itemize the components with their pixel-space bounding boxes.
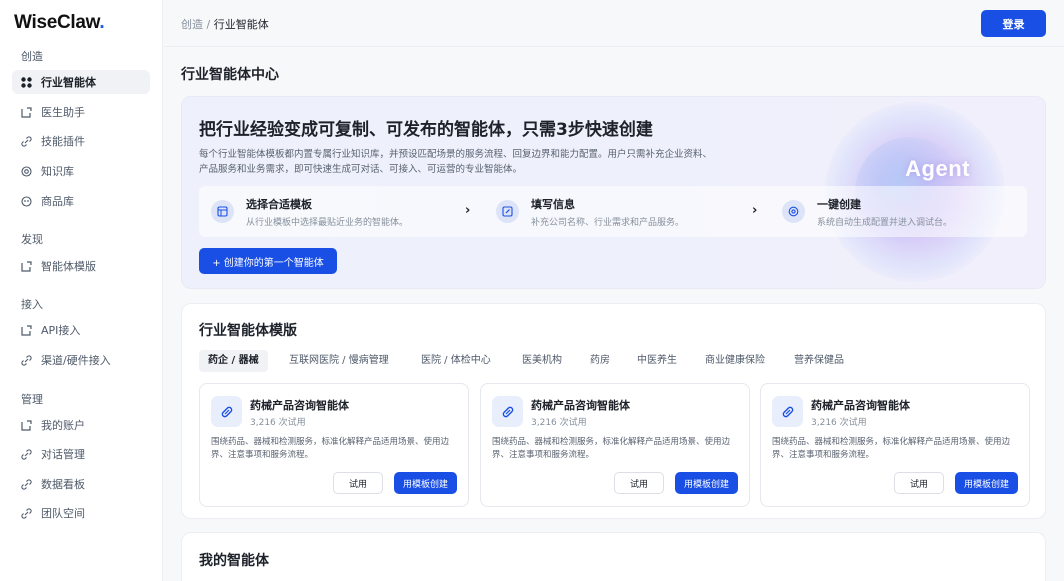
box-icon (21, 324, 32, 336)
card-description: 围绕药品、器械和检测服务，标准化解释产品适用场景、使用边界、注意事项和服务流程。 (772, 437, 1011, 460)
sidebar-item-label: 我的账户 (41, 419, 85, 432)
sidebar-section-discover: 发现 (21, 233, 43, 246)
box-icon (21, 419, 32, 431)
sidebar-item-label: 智能体模版 (41, 260, 96, 273)
at-icon (782, 200, 805, 223)
template-card[interactable]: 药械产品咨询智能体 3,216 次试用 围绕药品、器械和检测服务，标准化解释产品… (760, 383, 1030, 507)
my-agents-title: 我的智能体 (199, 553, 269, 569)
sidebar-item-channel-hardware[interactable]: 渠道/硬件接入 (12, 348, 150, 372)
templates-title: 行业智能体模版 (199, 323, 297, 339)
sidebar-item-agent-templates[interactable]: 智能体模版 (12, 254, 150, 278)
sidebar-section-manage: 管理 (21, 393, 43, 406)
link-icon (21, 507, 32, 519)
try-button[interactable]: 试用 (894, 472, 944, 494)
template-icon (211, 200, 234, 223)
card-usage-count: 3,216 次试用 (811, 418, 867, 428)
card-description: 围绕药品、器械和检测服务，标准化解释产品适用场景、使用边界、注意事项和服务流程。 (211, 437, 450, 460)
tab-hospital-checkup[interactable]: 医院 / 体检中心 (421, 350, 491, 372)
my-agents-panel: 我的智能体 (181, 532, 1046, 581)
step-title: 一键创建 (817, 198, 861, 211)
step-description: 从行业模板中选择最贴近业务的智能体。 (246, 218, 409, 228)
use-template-button[interactable]: 用模板创建 (675, 472, 738, 494)
sidebar-item-label: 医生助手 (41, 106, 85, 119)
link-icon (21, 135, 32, 147)
hero-banner: Agent 把行业经验变成可复制、可发布的智能体，只需3步快速创建 每个行业智能… (181, 96, 1046, 289)
topbar: 创造 / 行业智能体 登录 (164, 0, 1064, 47)
grid-icon (21, 76, 32, 88)
link-icon (21, 478, 32, 490)
sidebar-item-knowledge-base[interactable]: 知识库 (12, 159, 150, 183)
sidebar-section-create: 创造 (21, 50, 43, 63)
card-description: 围绕药品、器械和检测服务，标准化解释产品适用场景、使用边界、注意事项和服务流程。 (492, 437, 731, 460)
clock-icon (21, 195, 32, 207)
sidebar-item-dashboard[interactable]: 数据看板 (12, 472, 150, 496)
card-usage-count: 3,216 次试用 (531, 418, 587, 428)
sidebar-item-label: 数据看板 (41, 478, 85, 491)
step-description: 系统自动生成配置并进入调试台。 (817, 218, 953, 228)
tab-pharma-devices[interactable]: 药企 / 器械 (199, 350, 268, 372)
tab-pharmacy[interactable]: 药房 (590, 350, 610, 372)
link-icon (21, 354, 32, 366)
sidebar-item-label: API接入 (41, 324, 81, 337)
pill-icon (772, 396, 803, 427)
pill-icon (211, 396, 242, 427)
sidebar-item-label: 团队空间 (41, 507, 85, 520)
tab-medical-aesthetics[interactable]: 医美机构 (522, 350, 562, 372)
tab-nutrition[interactable]: 营养保健品 (794, 350, 844, 372)
breadcrumb: 创造 / 行业智能体 (181, 16, 269, 32)
use-template-button[interactable]: 用模板创建 (955, 472, 1018, 494)
sidebar: WiseClaw. 创造 行业智能体 医生助手 技能插件 知识库 商品库 发现 … (0, 0, 163, 581)
pill-icon (492, 396, 523, 427)
template-card[interactable]: 药械产品咨询智能体 3,216 次试用 围绕药品、器械和检测服务，标准化解释产品… (199, 383, 469, 507)
link-icon (21, 448, 32, 460)
sidebar-item-team-space[interactable]: 团队空间 (12, 501, 150, 525)
steps-bar: 选择合适模板 从行业模板中选择最贴近业务的智能体。 › 填写信息 补充公司名称、… (199, 186, 1027, 237)
sidebar-item-label: 商品库 (41, 195, 74, 208)
card-title: 药械产品咨询智能体 (250, 399, 349, 412)
tab-health-insurance[interactable]: 商业健康保险 (705, 350, 765, 372)
sidebar-item-label: 行业智能体 (41, 76, 96, 89)
try-button[interactable]: 试用 (333, 472, 383, 494)
agent-badge: Agent (905, 156, 970, 181)
box-icon (21, 260, 32, 272)
target-icon (21, 165, 32, 177)
card-usage-count: 3,216 次试用 (250, 418, 306, 428)
use-template-button[interactable]: 用模板创建 (394, 472, 457, 494)
hero-description: 每个行业智能体模板都内置专属行业知识库，并预设匹配场景的服务流程、回复边界和能力… (199, 149, 713, 175)
sidebar-item-product-library[interactable]: 商品库 (12, 189, 150, 213)
step-title: 填写信息 (531, 198, 575, 211)
sidebar-item-label: 对话管理 (41, 448, 85, 461)
box-icon (21, 106, 32, 118)
template-card[interactable]: 药械产品咨询智能体 3,216 次试用 围绕药品、器械和检测服务，标准化解释产品… (480, 383, 750, 507)
tab-internet-hospital[interactable]: 互联网医院 / 慢病管理 (289, 350, 389, 372)
card-title: 药械产品咨询智能体 (531, 399, 630, 412)
chevron-right-icon: › (752, 203, 758, 218)
breadcrumb-current: 行业智能体 (213, 18, 269, 31)
logo[interactable]: WiseClaw. (14, 12, 105, 34)
sidebar-item-doctor-assistant[interactable]: 医生助手 (12, 100, 150, 124)
tab-tcm-wellness[interactable]: 中医养生 (637, 350, 677, 372)
login-button[interactable]: 登录 (981, 10, 1046, 37)
step-title: 选择合适模板 (246, 198, 312, 211)
card-title: 药械产品咨询智能体 (811, 399, 910, 412)
step-description: 补充公司名称、行业需求和产品服务。 (531, 218, 685, 228)
sidebar-item-industry-agent[interactable]: 行业智能体 (12, 70, 150, 94)
create-first-agent-button[interactable]: + 创建你的第一个智能体 (199, 248, 337, 274)
page-title: 行业智能体中心 (181, 67, 279, 83)
try-button[interactable]: 试用 (614, 472, 664, 494)
sidebar-item-skill-plugins[interactable]: 技能插件 (12, 129, 150, 153)
chevron-right-icon: › (465, 203, 471, 218)
sidebar-item-label: 知识库 (41, 165, 74, 178)
sidebar-section-access: 接入 (21, 298, 43, 311)
edit-icon (496, 200, 519, 223)
sidebar-item-conversation-mgmt[interactable]: 对话管理 (12, 442, 150, 466)
templates-panel: 行业智能体模版 药企 / 器械 互联网医院 / 慢病管理 医院 / 体检中心 医… (181, 303, 1046, 519)
sidebar-item-api-access[interactable]: API接入 (12, 318, 150, 342)
breadcrumb-separator: / (203, 18, 214, 31)
hero-title: 把行业经验变成可复制、可发布的智能体，只需3步快速创建 (199, 120, 653, 140)
breadcrumb-parent[interactable]: 创造 (181, 18, 203, 31)
sidebar-item-label: 渠道/硬件接入 (41, 354, 111, 367)
sidebar-item-my-account[interactable]: 我的账户 (12, 413, 150, 437)
sidebar-item-label: 技能插件 (41, 135, 85, 148)
